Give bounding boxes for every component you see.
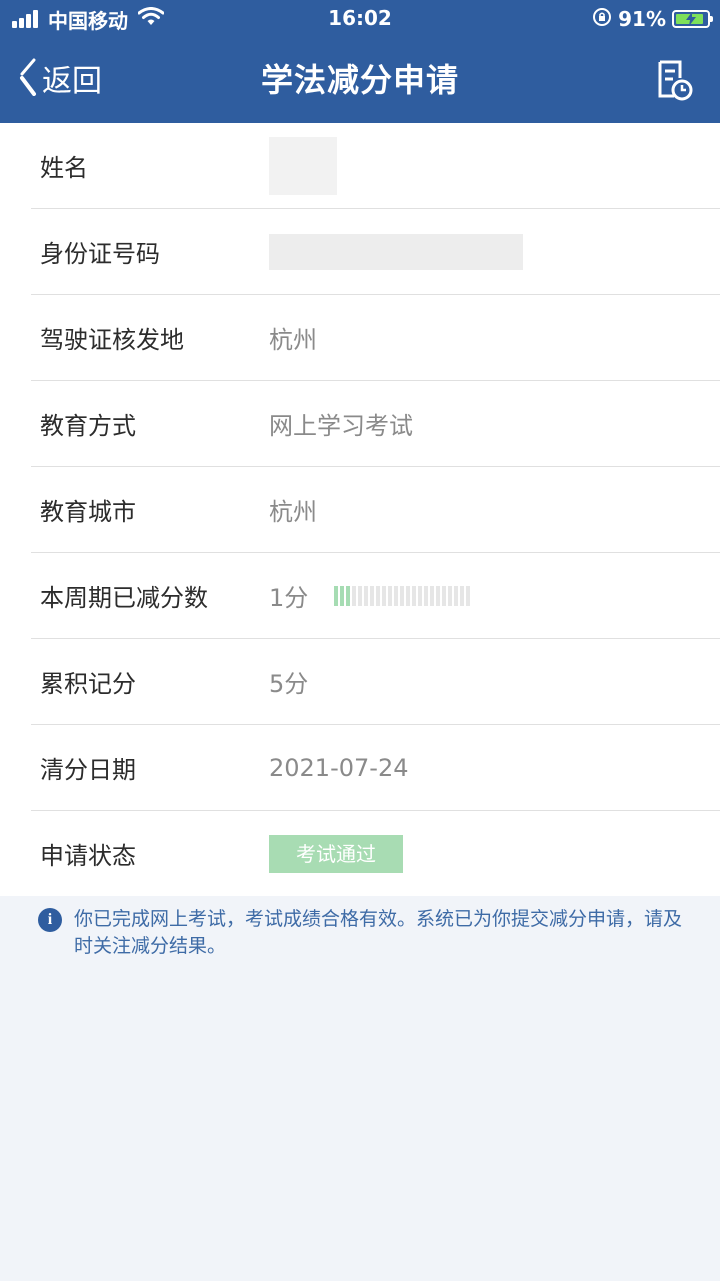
application-form: 姓名 身份证号码 驾驶证核发地 杭州 教育方式 网上学习考试 教育城市 杭州 本… <box>0 123 720 896</box>
record-history-button[interactable] <box>652 58 694 102</box>
progress-segment <box>442 585 447 606</box>
battery-percent: 91% <box>618 7 666 31</box>
status-badge: 考试通过 <box>269 834 403 873</box>
row-license-place: 驾驶证核发地 杭州 <box>31 295 720 381</box>
progress-segment <box>388 585 393 606</box>
progress-segment <box>352 585 357 606</box>
record-history-icon <box>652 60 694 106</box>
progress-segment <box>376 585 381 606</box>
education-city-value: 杭州 <box>269 498 317 526</box>
accumulated-points-value: 5分 <box>269 670 309 698</box>
id-number-value-masked <box>269 233 523 270</box>
clear-date-value: 2021-07-24 <box>269 753 409 782</box>
page-title: 学法减分申请 <box>260 61 459 99</box>
id-number-label: 身份证号码 <box>40 240 160 268</box>
license-place-value: 杭州 <box>269 326 317 354</box>
progress-segment <box>418 585 423 606</box>
accumulated-points-label: 累积记分 <box>40 670 136 698</box>
status-bar-right: 91% <box>592 6 713 32</box>
app-header: 中国移动 16:02 91% 返回 学法减分申请 <box>0 0 720 123</box>
application-status-value-group: 考试通过 <box>269 834 403 873</box>
row-deducted-points: 本周期已减分数 1分 <box>31 553 720 639</box>
progress-segment <box>460 585 465 606</box>
orientation-lock-icon <box>592 7 612 31</box>
progress-segment <box>424 585 429 606</box>
battery-charging-icon <box>672 10 713 28</box>
row-id-number: 身份证号码 <box>31 209 720 295</box>
progress-segment <box>454 585 459 606</box>
deducted-points-value: 1分 <box>269 584 309 612</box>
name-value-masked <box>269 136 337 195</box>
education-city-label: 教育城市 <box>40 498 136 526</box>
progress-segment <box>340 585 345 606</box>
deducted-progress-bar <box>334 585 472 607</box>
progress-segment <box>466 585 471 606</box>
name-mask <box>269 136 337 195</box>
progress-segment <box>436 585 441 606</box>
row-education-method: 教育方式 网上学习考试 <box>31 381 720 467</box>
license-place-label: 驾驶证核发地 <box>40 326 184 354</box>
progress-segment <box>346 585 351 606</box>
progress-segment <box>394 585 399 606</box>
row-accumulated-points: 累积记分 5分 <box>31 639 720 725</box>
progress-segment <box>370 585 375 606</box>
notice-text: 你已完成网上考试，考试成绩合格有效。系统已为你提交减分申请，请及时关注减分结果。 <box>74 908 683 957</box>
progress-segment <box>382 585 387 606</box>
info-icon: i <box>38 908 62 932</box>
deducted-points-value-group: 1分 <box>269 578 472 613</box>
application-status-label: 申请状态 <box>40 842 136 870</box>
progress-segment <box>406 585 411 606</box>
notice-message: i 你已完成网上考试，考试成绩合格有效。系统已为你提交减分申请，请及时关注减分结… <box>38 906 688 960</box>
row-education-city: 教育城市 杭州 <box>31 467 720 553</box>
row-name: 姓名 <box>31 123 720 209</box>
progress-segment <box>412 585 417 606</box>
progress-segment <box>334 585 339 606</box>
education-method-label: 教育方式 <box>40 412 136 440</box>
clear-date-label: 清分日期 <box>40 756 136 784</box>
deducted-points-label: 本周期已减分数 <box>40 584 208 612</box>
id-number-mask <box>269 233 523 270</box>
row-application-status: 申请状态 考试通过 <box>31 811 720 896</box>
progress-segment <box>358 585 363 606</box>
progress-segment <box>430 585 435 606</box>
progress-segment <box>400 585 405 606</box>
education-method-value: 网上学习考试 <box>269 412 413 440</box>
progress-segment <box>448 585 453 606</box>
status-bar: 中国移动 16:02 91% <box>0 0 720 40</box>
name-label: 姓名 <box>40 154 88 182</box>
progress-segment <box>364 585 369 606</box>
row-clear-date: 清分日期 2021-07-24 <box>31 725 720 811</box>
